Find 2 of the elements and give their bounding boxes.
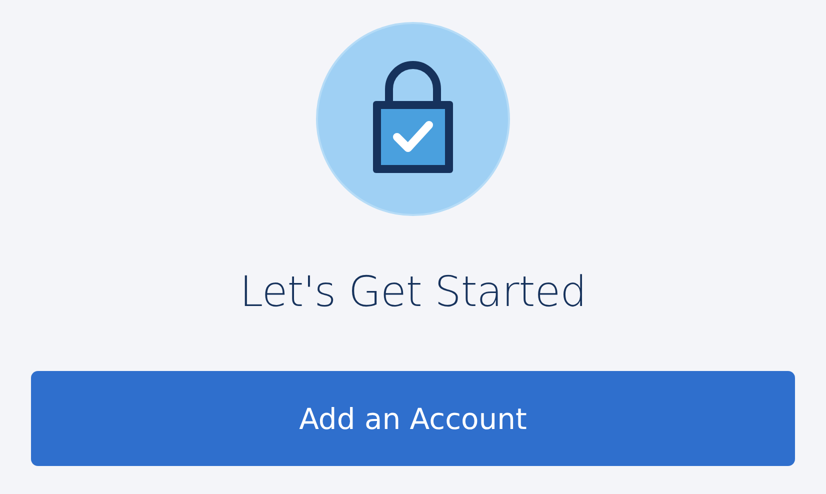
add-account-button[interactable]: Add an Account: [31, 371, 795, 466]
page-heading: Let's Get Started: [240, 266, 586, 318]
